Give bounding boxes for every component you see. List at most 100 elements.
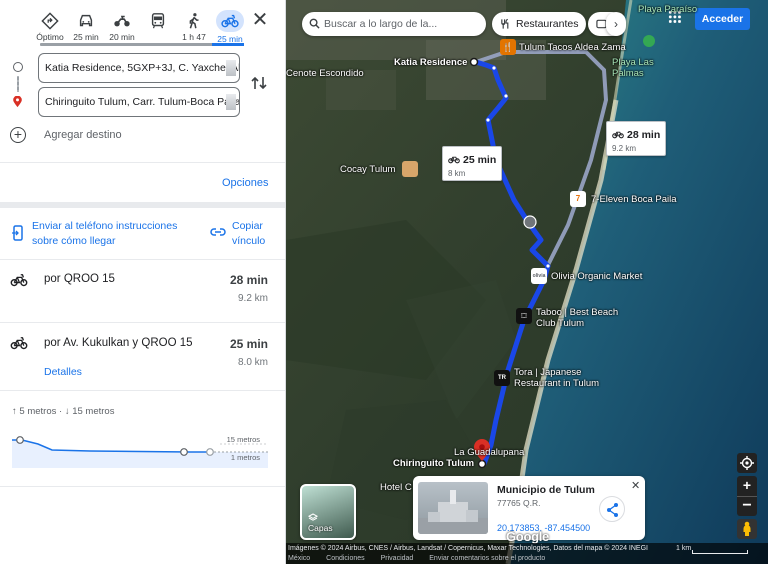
place-title: Municipio de Tulum bbox=[497, 484, 595, 496]
label-playa-las-palmas[interactable]: Playa Las Palmas bbox=[612, 57, 662, 79]
label-taboo-beach-club[interactable]: Taboo | Best Beach Club Tulum bbox=[536, 307, 626, 329]
label-tora-restaurant[interactable]: Tora | Japanese Restaurant in Tulum bbox=[514, 367, 624, 389]
origin-input[interactable]: Katia Residence, 5GXP+3J, C. Yaxche, Ald… bbox=[38, 53, 240, 83]
bicycle-icon bbox=[10, 274, 28, 287]
walk-icon bbox=[189, 13, 199, 29]
mode-motorcycle-label: 20 min bbox=[109, 32, 135, 42]
mode-walk[interactable]: 1 h 47 bbox=[176, 8, 212, 44]
mode-best-label: Óptimo bbox=[36, 32, 64, 42]
mode-motorcycle[interactable]: 20 min bbox=[104, 8, 140, 44]
footer-link-mexico[interactable]: México bbox=[288, 555, 310, 562]
label-tacos-aldea-zama[interactable]: Tulum Tacos Aldea Zama bbox=[519, 42, 626, 53]
share-button[interactable] bbox=[599, 496, 625, 522]
mode-car[interactable]: 25 min bbox=[68, 8, 104, 44]
route-duration: 28 min bbox=[229, 273, 268, 287]
add-destination-button[interactable]: Agregar destino bbox=[44, 129, 122, 141]
label-la-guadalupana[interactable]: La Guadalupana bbox=[454, 447, 524, 458]
label-katia-residence[interactable]: Katia Residence bbox=[394, 57, 467, 68]
chip-restaurants[interactable]: Restaurantes bbox=[492, 12, 587, 36]
callout-distance: 8 km bbox=[448, 169, 466, 178]
elevation-summary: ↑ 5 metros · ↓ 15 metros bbox=[12, 406, 114, 417]
layers-button[interactable]: Capas bbox=[300, 484, 356, 540]
mode-transit[interactable] bbox=[140, 8, 176, 44]
store-7-eleven-icon[interactable]: 7 bbox=[570, 191, 586, 207]
mode-car-label: 25 min bbox=[73, 32, 99, 42]
location-target-icon bbox=[740, 456, 754, 470]
car-icon bbox=[79, 14, 93, 27]
search-placeholder: Buscar a lo largo de la... bbox=[324, 18, 438, 30]
search-along-route-input[interactable]: Buscar a lo largo de la... bbox=[302, 12, 486, 36]
restaurant-icon bbox=[501, 18, 509, 29]
close-directions-icon[interactable]: ✕ bbox=[250, 10, 270, 30]
directions-panel: Óptimo 25 min 20 min 1 h 47 25 min ✕ Kat… bbox=[0, 0, 286, 564]
tora-logo-icon[interactable]: TR bbox=[494, 370, 510, 386]
divider bbox=[0, 390, 285, 391]
footer-link-terms[interactable]: Condiciones bbox=[326, 555, 365, 562]
route-via-label: por Av. Kukulkan y QROO 15 bbox=[44, 337, 193, 349]
route-via-label: por QROO 15 bbox=[44, 273, 115, 285]
divider bbox=[0, 202, 285, 208]
elevation-down: 15 metros bbox=[72, 406, 115, 417]
divider bbox=[0, 486, 285, 487]
label-hotel[interactable]: Hotel C bbox=[380, 482, 412, 493]
label-7-eleven[interactable]: 7-Eleven Boca Paila bbox=[591, 194, 677, 205]
travel-mode-bar: Óptimo 25 min 20 min 1 h 47 25 min ✕ bbox=[0, 0, 285, 46]
add-destination-icon[interactable]: + bbox=[10, 127, 26, 143]
bicycle-icon bbox=[612, 131, 624, 139]
copy-link-button[interactable]: Copiar vínculo bbox=[232, 219, 282, 249]
send-to-phone-button[interactable]: Enviar al teléfono instrucciones sobre c… bbox=[32, 219, 192, 249]
swap-directions-icon[interactable] bbox=[250, 74, 268, 92]
motorcycle-icon bbox=[114, 15, 130, 27]
elevation-up-arrow-icon: ↑ bbox=[12, 406, 17, 417]
layers-label: Capas bbox=[308, 523, 333, 533]
label-olivia-organic-market[interactable]: Olivia Organic Market bbox=[551, 271, 642, 282]
mode-walk-label: 1 h 47 bbox=[182, 32, 206, 42]
label-chiringuito-tulum[interactable]: Chiringuito Tulum bbox=[393, 458, 474, 469]
mode-best[interactable]: Óptimo bbox=[32, 8, 68, 44]
route-callout-primary[interactable]: 25 min 8 km bbox=[442, 146, 503, 181]
my-location-button[interactable] bbox=[737, 453, 757, 473]
footer-link-feedback[interactable]: Enviar comentarios sobre el producto bbox=[429, 555, 545, 562]
route-distance: 9.2 km bbox=[237, 293, 268, 304]
divider bbox=[0, 162, 285, 163]
route-details-button[interactable]: Detalles bbox=[44, 366, 82, 378]
zoom-in-button[interactable]: + bbox=[737, 476, 757, 496]
transit-icon bbox=[151, 13, 165, 29]
elevation-min-label: 1 metros bbox=[231, 453, 260, 462]
close-card-icon[interactable]: ✕ bbox=[631, 479, 640, 492]
route-duration: 25 min bbox=[229, 337, 268, 351]
destination-pin-icon bbox=[13, 96, 22, 108]
callout-distance: 9.2 km bbox=[612, 144, 637, 153]
mode-bicycle[interactable]: 25 min bbox=[212, 8, 248, 44]
route-dots bbox=[17, 76, 19, 92]
olivia-logo-icon[interactable]: olivia bbox=[531, 268, 547, 284]
callout-duration: 25 min bbox=[463, 154, 497, 166]
hotel-thumbnail-icon[interactable] bbox=[402, 161, 418, 177]
taboo-logo-icon[interactable]: ⬚ bbox=[516, 308, 532, 324]
destination-input[interactable]: Chiringuito Tulum, Carr. Tulum-Boca Pail… bbox=[38, 87, 240, 117]
options-button[interactable]: Opciones bbox=[222, 177, 268, 189]
label-cocay-tulum[interactable]: Cocay Tulum bbox=[340, 164, 395, 175]
chips-next-button[interactable]: › bbox=[606, 12, 626, 36]
route-option-1[interactable]: por QROO 15 28 min 9.2 km bbox=[0, 260, 285, 322]
route-distance: 8.0 km bbox=[237, 357, 268, 368]
footer-link-privacy[interactable]: Privacidad bbox=[381, 555, 414, 562]
chip-restaurants-label: Restaurantes bbox=[516, 18, 579, 30]
bicycle-icon bbox=[10, 337, 28, 350]
building-photo-icon bbox=[418, 490, 488, 534]
label-playa-paraiso[interactable]: Playa Paraíso bbox=[638, 4, 697, 15]
restaurant-pin-icon[interactable]: 🍴 bbox=[500, 39, 516, 55]
elevation-down-arrow-icon: ↓ bbox=[64, 406, 70, 417]
label-cenote-escondido[interactable]: Cenote Escondido bbox=[286, 68, 364, 79]
callout-duration: 28 min bbox=[627, 129, 661, 141]
route-callout-alternate[interactable]: 28 min 9.2 km bbox=[606, 121, 667, 156]
scale-bar bbox=[692, 550, 748, 554]
place-photo[interactable] bbox=[418, 482, 488, 534]
beach-pin-icon[interactable] bbox=[643, 35, 655, 47]
zoom-out-button[interactable]: − bbox=[737, 496, 757, 516]
route-option-2[interactable]: por Av. Kukulkan y QROO 15 25 min 8.0 km bbox=[0, 323, 285, 390]
sign-in-button[interactable]: Acceder bbox=[695, 8, 750, 30]
zoom-control: + − bbox=[737, 476, 757, 516]
map-canvas[interactable]: Buscar a lo largo de la... Restaurantes … bbox=[286, 0, 768, 564]
street-view-pegman-button[interactable] bbox=[737, 519, 757, 539]
